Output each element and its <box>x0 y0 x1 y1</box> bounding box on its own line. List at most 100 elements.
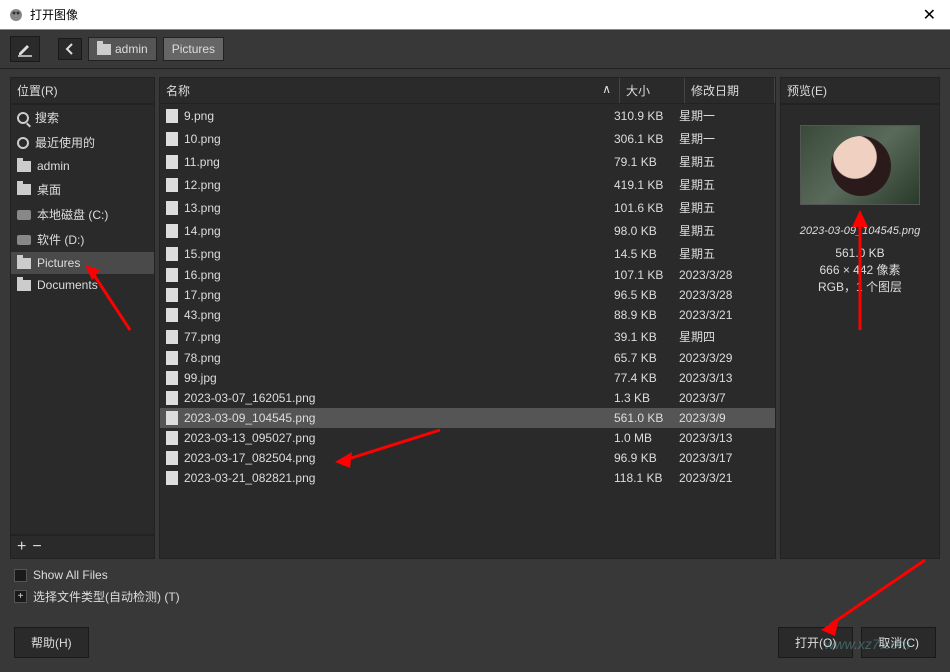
file-icon <box>166 308 178 322</box>
titlebar: 打开图像 ✕ <box>0 0 950 30</box>
file-name: 2023-03-17_082504.png <box>184 451 315 465</box>
sidebar-item-label: admin <box>37 159 70 173</box>
file-icon <box>166 371 178 385</box>
file-name: 2023-03-13_095027.png <box>184 431 315 445</box>
column-name[interactable]: 名称 ∧ <box>160 78 620 103</box>
file-icon <box>166 109 178 123</box>
show-all-label: Show All Files <box>33 568 108 582</box>
file-row[interactable]: 77.png39.1 KB星期四 <box>160 325 775 348</box>
file-size: 77.4 KB <box>614 371 679 385</box>
file-name: 17.png <box>184 288 221 302</box>
file-row[interactable]: 99.jpg77.4 KB2023/3/13 <box>160 368 775 388</box>
breadcrumb-label: admin <box>115 42 148 56</box>
file-icon <box>166 431 178 445</box>
sidebar-item[interactable]: 本地磁盘 (C:) <box>11 202 154 227</box>
file-name: 15.png <box>184 247 221 261</box>
button-bar: 帮助(H) 打开(O) 取消(C) <box>0 627 950 658</box>
file-row[interactable]: 9.png310.9 KB星期一 <box>160 104 775 127</box>
preview-thumbnail <box>800 125 920 205</box>
add-bookmark-button[interactable]: + <box>17 538 26 556</box>
breadcrumb-pictures[interactable]: Pictures <box>163 37 224 61</box>
file-type-row[interactable]: + 选择文件类型(自动检测) (T) <box>14 585 936 608</box>
sidebar-item[interactable]: Documents <box>11 274 154 296</box>
remove-bookmark-button[interactable]: − <box>32 538 41 556</box>
sidebar-item[interactable]: 最近使用的 <box>11 130 154 155</box>
file-size: 96.9 KB <box>614 451 679 465</box>
sidebar-item[interactable]: Pictures <box>11 252 154 274</box>
file-icon <box>166 155 178 169</box>
file-size: 306.1 KB <box>614 132 679 146</box>
file-date: 2023/3/13 <box>679 431 769 445</box>
file-row[interactable]: 2023-03-17_082504.png96.9 KB2023/3/17 <box>160 448 775 468</box>
cancel-button[interactable]: 取消(C) <box>861 627 936 658</box>
file-size: 1.0 MB <box>614 431 679 445</box>
sidebar-item[interactable]: 软件 (D:) <box>11 227 154 252</box>
file-size: 39.1 KB <box>614 330 679 344</box>
file-icon <box>166 132 178 146</box>
file-date: 星期五 <box>679 245 769 262</box>
file-size: 107.1 KB <box>614 268 679 282</box>
show-all-files-row[interactable]: Show All Files <box>14 565 936 585</box>
expander-icon[interactable]: + <box>14 590 27 603</box>
sidebar-item[interactable]: admin <box>11 155 154 177</box>
file-row[interactable]: 11.png79.1 KB星期五 <box>160 150 775 173</box>
sidebar-list: 搜索最近使用的 admin 桌面本地磁盘 (C:) 软件 (D:) Pictures Do… <box>10 104 155 535</box>
file-row[interactable]: 78.png65.7 KB2023/3/29 <box>160 348 775 368</box>
file-icon <box>166 288 178 302</box>
file-row[interactable]: 16.png107.1 KB2023/3/28 <box>160 265 775 285</box>
file-name: 2023-03-09_104545.png <box>184 411 315 425</box>
column-date[interactable]: 修改日期 <box>685 78 775 103</box>
file-icon <box>166 411 178 425</box>
file-name: 99.jpg <box>184 371 217 385</box>
file-date: 星期五 <box>679 222 769 239</box>
file-row[interactable]: 43.png88.9 KB2023/3/21 <box>160 305 775 325</box>
folder-icon <box>97 44 111 55</box>
file-date: 星期一 <box>679 107 769 124</box>
options-area: Show All Files + 选择文件类型(自动检测) (T) <box>0 559 950 614</box>
file-name: 10.png <box>184 132 221 146</box>
file-name: 14.png <box>184 224 221 238</box>
file-row[interactable]: 2023-03-09_104545.png561.0 KB2023/3/9 <box>160 408 775 428</box>
file-size: 561.0 KB <box>614 411 679 425</box>
close-icon[interactable]: ✕ <box>917 5 942 25</box>
back-button[interactable] <box>58 38 82 60</box>
preview-filename: 2023-03-09_104545.png <box>789 225 931 237</box>
sidebar-item-label: 本地磁盘 (C:) <box>37 206 108 223</box>
file-row[interactable]: 10.png 306.1 KB星期一 <box>160 127 775 150</box>
open-button[interactable]: 打开(O) <box>778 627 853 658</box>
file-row[interactable]: 14.png 98.0 KB星期五 <box>160 219 775 242</box>
file-date: 2023/3/7 <box>679 391 769 405</box>
file-row[interactable]: 2023-03-21_082821.png118.1 KB2023/3/21 <box>160 468 775 488</box>
file-row[interactable]: 2023-03-07_162051.png1.3 KB2023/3/7 <box>160 388 775 408</box>
file-name: 11.png <box>184 155 220 169</box>
file-name: 13.png <box>184 201 221 215</box>
file-icon <box>166 224 178 238</box>
file-name: 43.png <box>184 308 221 322</box>
file-date: 星期一 <box>679 130 769 147</box>
file-name: 77.png <box>184 330 221 344</box>
edit-path-button[interactable] <box>10 36 40 62</box>
sidebar-item-label: 最近使用的 <box>35 134 95 151</box>
file-icon <box>166 351 178 365</box>
sidebar-item-label: Pictures <box>37 256 80 270</box>
drive-icon <box>17 235 31 245</box>
column-size[interactable]: 大小 <box>620 78 685 103</box>
sidebar-item[interactable]: 桌面 <box>11 177 154 202</box>
window-title: 打开图像 <box>30 6 917 23</box>
file-icon <box>166 268 178 282</box>
file-row[interactable]: 2023-03-13_095027.png 1.0 MB2023/3/13 <box>160 428 775 448</box>
file-row[interactable]: 13.png101.6 KB星期五 <box>160 196 775 219</box>
sidebar-item[interactable]: 搜索 <box>11 105 154 130</box>
file-row[interactable]: 15.png14.5 KB星期五 <box>160 242 775 265</box>
file-row[interactable]: 12.png419.1 KB星期五 <box>160 173 775 196</box>
sidebar: 位置(R) 搜索最近使用的admin桌面本地磁盘 (C:)软件 (D:)Pict… <box>10 77 155 559</box>
file-row[interactable]: 17.png96.5 KB2023/3/28 <box>160 285 775 305</box>
file-name: 12.png <box>184 178 221 192</box>
file-size: 98.0 KB <box>614 224 679 238</box>
checkbox-icon[interactable] <box>14 569 27 582</box>
breadcrumb-admin[interactable]: admin <box>88 37 157 61</box>
file-date: 星期五 <box>679 153 769 170</box>
file-date: 2023/3/29 <box>679 351 769 365</box>
file-date: 2023/3/21 <box>679 471 769 485</box>
help-button[interactable]: 帮助(H) <box>14 627 89 658</box>
